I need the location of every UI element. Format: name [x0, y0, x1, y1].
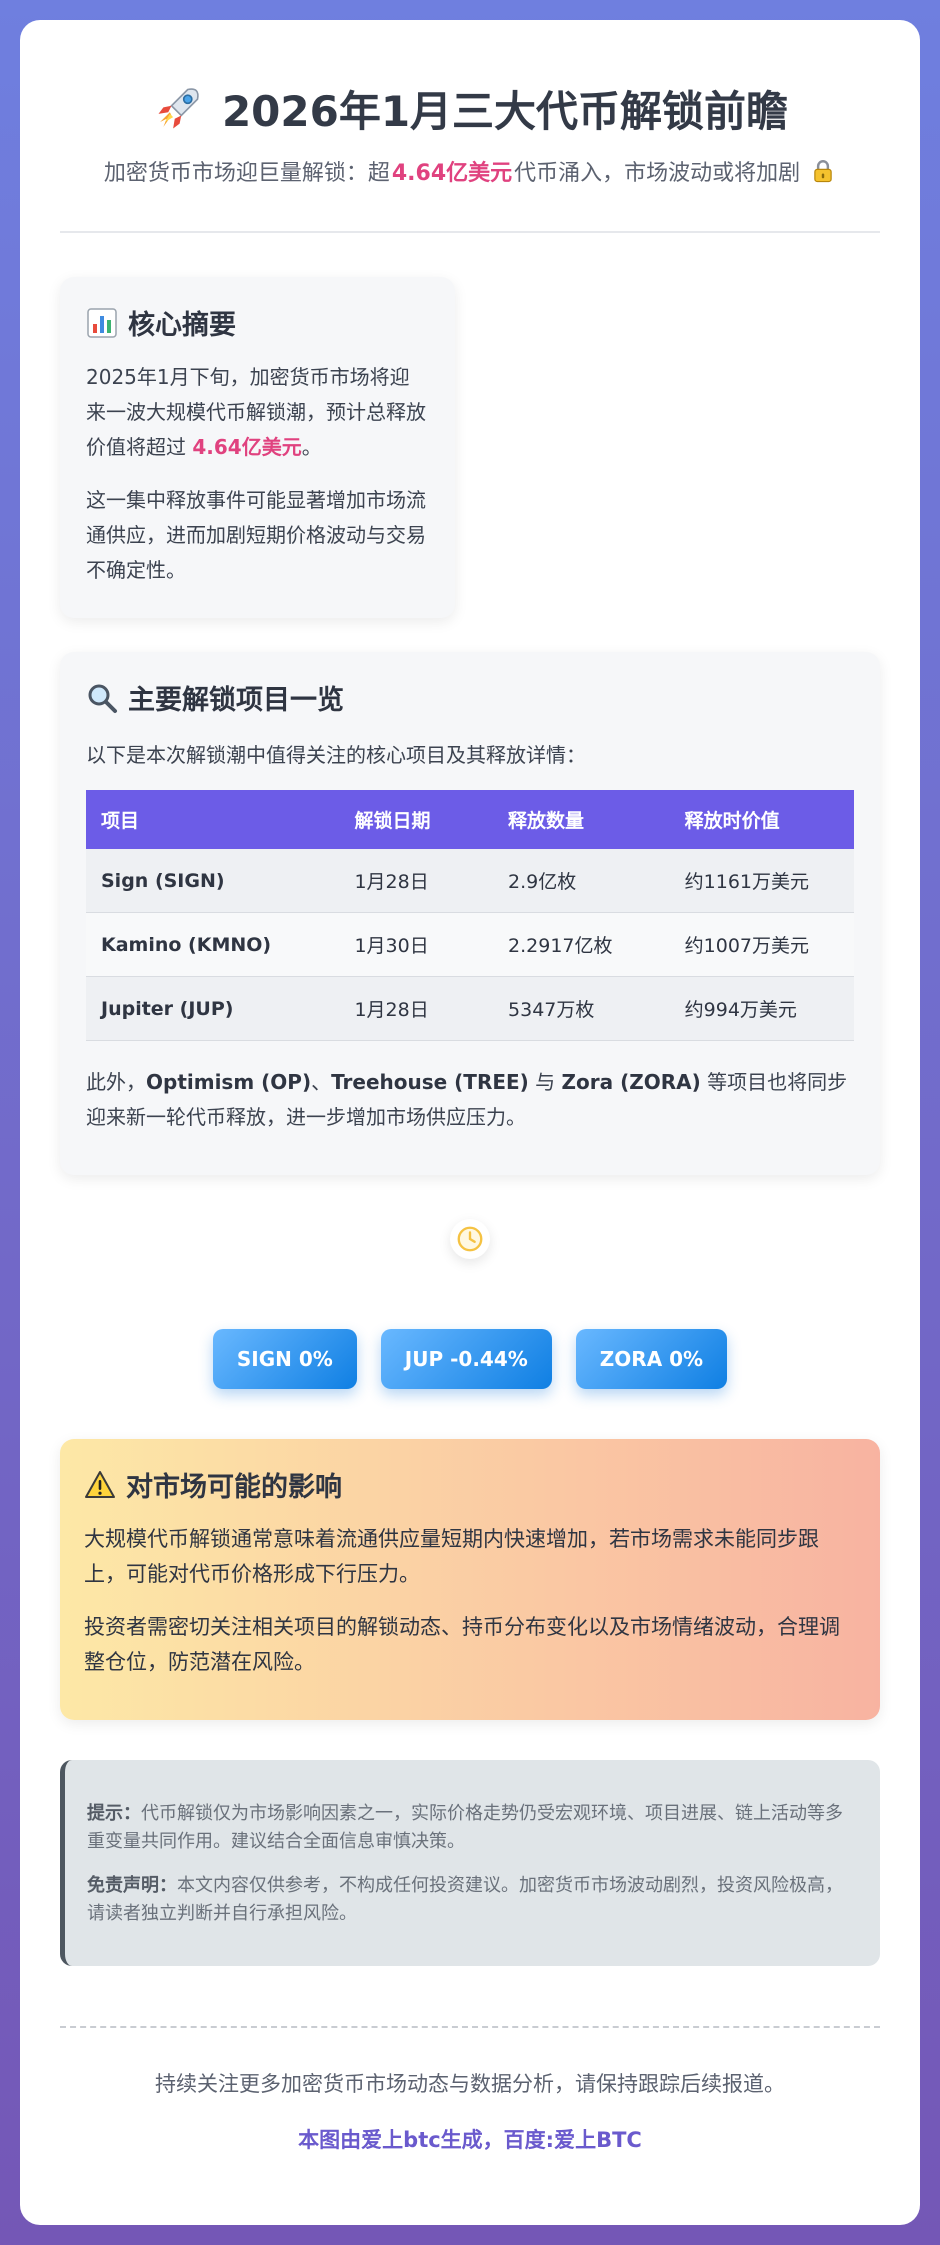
- note-tree: Treehouse (TREE): [331, 1070, 529, 1094]
- projects-heading: 主要解锁项目一览: [86, 678, 854, 717]
- note-separator-1: 、: [311, 1070, 332, 1094]
- clock-wrap: [60, 1219, 880, 1259]
- cell-amount: 2.2917亿枚: [493, 912, 670, 977]
- page-title: 2026年1月三大代币解锁前瞻: [221, 87, 789, 136]
- impact-heading: 对市场可能的影响: [84, 1465, 856, 1504]
- title-row: 2026年1月三大代币解锁前瞻: [60, 78, 880, 139]
- subtitle-prefix: 加密货币市场迎巨量解锁：超: [103, 161, 390, 186]
- note-separator-2: 与: [528, 1070, 562, 1094]
- footer-note: 持续关注更多加密货币市场动态与数据分析，请保持跟踪后续报道。: [155, 2072, 785, 2096]
- disclaimer-label: 免责声明：: [87, 1875, 177, 1896]
- note-zora: Zora (ZORA): [561, 1070, 701, 1094]
- unlock-table: 项目 解锁日期 释放数量 释放时价值 Sign (SIGN) 1月28日 2.9…: [86, 790, 854, 1041]
- article-card: 2026年1月三大代币解锁前瞻 加密货币市场迎巨量解锁：超 4.64亿美元 代币…: [20, 20, 920, 2225]
- table-row: Jupiter (JUP) 1月28日 5347万枚 约994万美元: [86, 976, 854, 1041]
- tip-text: 代币解锁仅为市场影响因素之一，实际价格走势仍受宏观环境、项目进展、链上活动等多重…: [87, 1803, 843, 1852]
- cell-project: Sign (SIGN): [86, 849, 340, 913]
- projects-title: 主要解锁项目一览: [128, 685, 344, 716]
- table-row: Sign (SIGN) 1月28日 2.9亿枚 约1161万美元: [86, 849, 854, 913]
- column-header-value: 释放时价值: [684, 810, 780, 832]
- column-header-project: 项目: [101, 810, 140, 832]
- lock-icon: [814, 160, 832, 183]
- clock-badge: [450, 1219, 490, 1259]
- summary-heading: 核心摘要: [86, 303, 429, 342]
- projects-card: 主要解锁项目一览 以下是本次解锁潮中值得关注的核心项目及其释放详情： 项目 解锁…: [60, 652, 880, 1175]
- disclaimer-paragraph: 免责声明：本文内容仅供参考，不构成任何投资建议。加密货币市场波动剧烈，投资风险极…: [87, 1872, 856, 1928]
- summary-paragraph-1: 2025年1月下旬，加密货币市场将迎来一波大规模代币解锁潮，预计总释放价值将超过…: [86, 360, 429, 465]
- tip-label: 提示：: [87, 1803, 141, 1824]
- summary-p1-end: 。: [301, 435, 322, 459]
- warning-icon: [85, 1470, 115, 1498]
- header: 2026年1月三大代币解锁前瞻 加密货币市场迎巨量解锁：超 4.64亿美元 代币…: [60, 60, 880, 233]
- subtitle-highlight: 4.64亿美元: [391, 161, 513, 186]
- cell-value: 约994万美元: [669, 976, 854, 1041]
- impact-card: 对市场可能的影响 大规模代币解锁通常意味着流通供应量短期内快速增加，若市场需求未…: [60, 1439, 880, 1720]
- cell-date: 1月30日: [339, 912, 494, 977]
- ticker-row: SIGN 0% JUP -0.44% ZORA 0%: [60, 1329, 880, 1389]
- summary-card: 核心摘要 2025年1月下旬，加密货币市场将迎来一波大规模代币解锁潮，预计总释放…: [60, 277, 455, 618]
- cell-date: 1月28日: [339, 849, 494, 913]
- projects-note: 此外，Optimism (OP)、Treehouse (TREE) 与 Zora…: [86, 1065, 854, 1135]
- subtitle: 加密货币市场迎巨量解锁：超 4.64亿美元 代币涌入，市场波动或将加剧: [60, 155, 880, 187]
- ticker-zora-button[interactable]: ZORA 0%: [575, 1329, 728, 1389]
- summary-paragraph-2: 这一集中释放事件可能显著增加市场流通供应，进而加剧短期价格波动与交易不确定性。: [86, 488, 426, 582]
- table-row: Kamino (KMNO) 1月30日 2.2917亿枚 约1007万美元: [86, 912, 854, 977]
- impact-paragraph-2: 投资者需密切关注相关项目的解锁动态、持币分布变化以及市场情绪波动，合理调整仓位，…: [84, 1615, 840, 1674]
- note-op: Optimism (OP): [146, 1070, 312, 1094]
- footer: 持续关注更多加密货币市场动态与数据分析，请保持跟踪后续报道。 本图由爱上btc生…: [60, 2028, 880, 2154]
- cell-amount: 2.9亿枚: [493, 849, 670, 913]
- column-header-date: 解锁日期: [354, 810, 431, 832]
- summary-p1-highlight: 4.64亿美元: [192, 435, 302, 459]
- cell-amount: 5347万枚: [493, 976, 670, 1041]
- summary-title: 核心摘要: [128, 310, 236, 341]
- subtitle-suffix: 代币涌入，市场波动或将加剧: [514, 161, 801, 186]
- cell-project: Kamino (KMNO): [86, 912, 340, 977]
- ticker-jup-button[interactable]: JUP -0.44%: [380, 1329, 552, 1389]
- table-header-row: 项目 解锁日期 释放数量 释放时价值: [86, 790, 854, 849]
- cell-date: 1月28日: [339, 976, 494, 1041]
- cell-value: 约1161万美元: [669, 849, 854, 913]
- projects-intro: 以下是本次解锁潮中值得关注的核心项目及其释放详情：: [86, 743, 586, 767]
- tips-box: 提示：代币解锁仅为市场影响因素之一，实际价格走势仍受宏观环境、项目进展、链上活动…: [60, 1760, 880, 1966]
- bar-chart-icon: [87, 307, 117, 338]
- footer-brand: 本图由爱上btc生成，百度:爱上BTC: [298, 2128, 642, 2152]
- disclaimer-text: 本文内容仅供参考，不构成任何投资建议。加密货币市场波动剧烈，投资风险极高，请读者…: [87, 1875, 843, 1924]
- column-header-amount: 释放数量: [508, 810, 585, 832]
- impact-title: 对市场可能的影响: [126, 1472, 342, 1503]
- cell-value: 约1007万美元: [669, 912, 854, 977]
- ticker-sign-button[interactable]: SIGN 0%: [212, 1329, 357, 1389]
- tip-paragraph: 提示：代币解锁仅为市场影响因素之一，实际价格走势仍受宏观环境、项目进展、链上活动…: [87, 1800, 856, 1856]
- rocket-icon: [158, 87, 199, 128]
- cell-project: Jupiter (JUP): [86, 976, 340, 1041]
- magnifier-icon: [88, 684, 117, 713]
- note-prefix: 此外，: [86, 1070, 146, 1094]
- clock-icon: [457, 1226, 483, 1252]
- impact-paragraph-1: 大规模代币解锁通常意味着流通供应量短期内快速增加，若市场需求未能同步跟上，可能对…: [84, 1527, 819, 1586]
